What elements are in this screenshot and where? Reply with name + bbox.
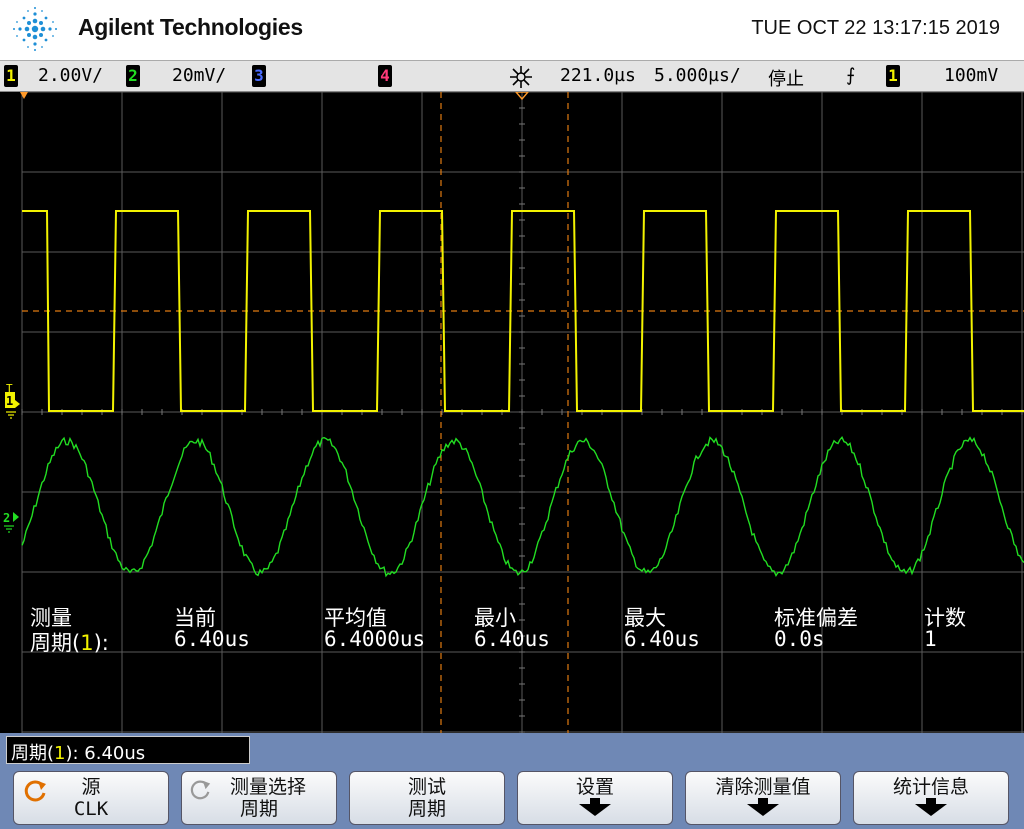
softkey-clear-label: 清除测量值 bbox=[715, 776, 811, 798]
horizontal-delay: 221.0µs bbox=[560, 65, 636, 86]
softkey-settings[interactable]: 设置 bbox=[517, 771, 673, 825]
trigger-slope-icon: ⨍ bbox=[846, 65, 856, 86]
softkey-clear-measurements[interactable]: 清除测量值 bbox=[685, 771, 841, 825]
oscilloscope-display: T 1 2 测量 当前 平均值 最小 最大 标准偏差 计数 周期(1): 6.4… bbox=[0, 92, 1024, 733]
readout-prefix: 周期( bbox=[11, 743, 55, 764]
ch1-indicator[interactable]: 1 bbox=[4, 65, 18, 87]
trigger-source-indicator: 1 bbox=[886, 65, 900, 87]
down-arrow-head-icon bbox=[915, 804, 947, 816]
readout-suffix: ): 6.40us bbox=[65, 743, 146, 764]
ch3-indicator[interactable]: 3 bbox=[252, 65, 266, 87]
measurement-readout: 周期(1): 6.40us bbox=[6, 736, 250, 764]
row-label-suffix: ): bbox=[93, 631, 109, 655]
ch4-indicator[interactable]: 4 bbox=[378, 65, 392, 87]
mean-value: 6.4000us bbox=[324, 627, 426, 651]
count-value: 1 bbox=[924, 627, 937, 651]
stddev-value: 0.0s bbox=[774, 627, 825, 651]
softkey-test-value: 周期 bbox=[407, 798, 446, 820]
softkey-test-label: 测试 bbox=[407, 776, 446, 798]
softkey-panel: 周期(1): 6.40us 源 CLK 测量选择 周期 测试 周期 设置 清除测… bbox=[0, 733, 1024, 829]
softkey-statistics[interactable]: 统计信息 bbox=[853, 771, 1009, 825]
delay-knob-icon bbox=[508, 64, 534, 95]
row-label-prefix: 周期( bbox=[30, 631, 81, 655]
softkey-measure-select[interactable]: 测量选择 周期 bbox=[181, 771, 337, 825]
timebase: 5.000µs/ bbox=[654, 65, 741, 86]
measurement-row-label: 周期(1): bbox=[30, 627, 109, 657]
current-value: 6.40us bbox=[174, 627, 250, 651]
softkey-source[interactable]: 源 CLK bbox=[13, 771, 169, 825]
down-arrow-head-icon bbox=[747, 804, 779, 816]
ch3-number: 3 bbox=[252, 65, 266, 87]
channel-markers: T 1 2 bbox=[3, 92, 529, 533]
agilent-spark-logo bbox=[13, 7, 57, 51]
run-state: 停止 bbox=[768, 69, 804, 90]
status-bar: 1 2.00V/ 2 20mV/ 3 4 221.0µs 5.000µs/ 停止… bbox=[0, 60, 1024, 92]
ch1-number: 1 bbox=[4, 65, 18, 87]
softkey-settings-label: 设置 bbox=[575, 776, 614, 798]
ch2-waveform bbox=[21, 436, 1024, 578]
readout-channel: 1 bbox=[54, 743, 66, 764]
ch2-marker-arrow bbox=[13, 512, 19, 522]
min-value: 6.40us bbox=[474, 627, 550, 651]
max-value: 6.40us bbox=[624, 627, 700, 651]
delay-marker-left bbox=[20, 92, 28, 99]
ch2-ground-marker[interactable]: 2 bbox=[3, 511, 10, 525]
rotate-knob-icon bbox=[22, 778, 48, 809]
rotate-knob-icon bbox=[188, 778, 212, 807]
header: Agilent Technologies TUE OCT 22 13:17:15… bbox=[0, 0, 1024, 60]
ch2-scale: 20mV/ bbox=[172, 65, 227, 86]
row-label-channel: 1 bbox=[80, 631, 94, 655]
softkey-test[interactable]: 测试 周期 bbox=[349, 771, 505, 825]
ch2-indicator[interactable]: 2 bbox=[126, 65, 140, 87]
ch1-scale: 2.00V/ bbox=[38, 65, 104, 86]
ch2-ground-icon bbox=[4, 525, 14, 533]
ch1-ground-marker[interactable]: 1 bbox=[6, 394, 13, 408]
ch1-ground-icon bbox=[6, 411, 16, 419]
brand-name: Agilent Technologies bbox=[78, 14, 303, 40]
softkey-statistics-label: 统计信息 bbox=[892, 776, 969, 798]
ch1-marker-arrow bbox=[15, 400, 20, 408]
datetime: TUE OCT 22 13:17:15 2019 bbox=[751, 17, 1000, 39]
ch2-number: 2 bbox=[126, 65, 140, 87]
down-arrow-head-icon bbox=[579, 804, 611, 816]
trigger-level: 100mV bbox=[944, 65, 999, 86]
ch4-number: 4 bbox=[378, 65, 392, 87]
trigger-source: 1 bbox=[886, 65, 900, 87]
